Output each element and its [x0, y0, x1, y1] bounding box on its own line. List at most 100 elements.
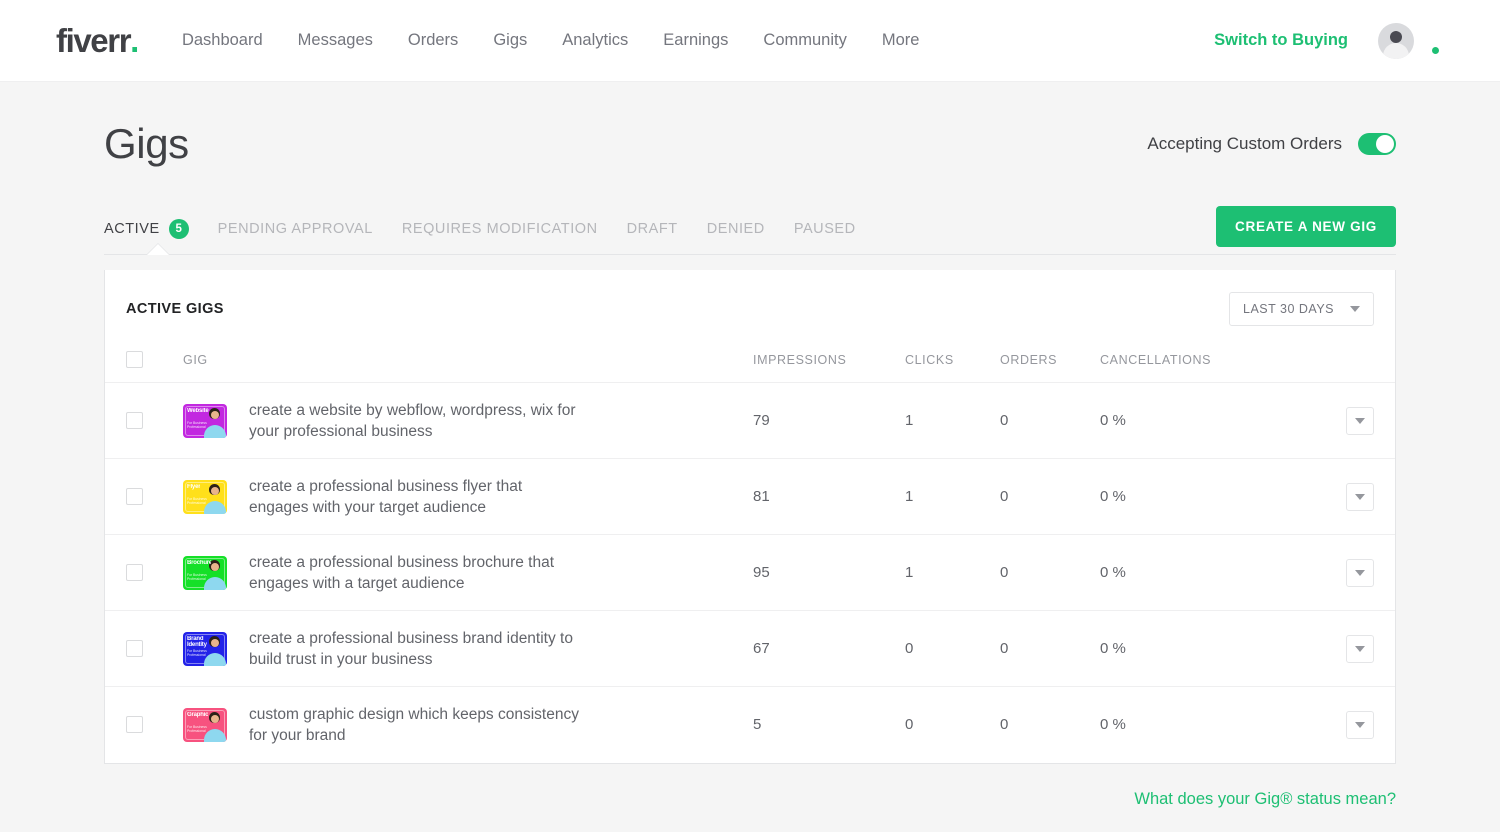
row-checkbox[interactable] [126, 564, 143, 581]
row-checkbox[interactable] [126, 412, 143, 429]
nav-item-analytics[interactable]: Analytics [562, 31, 628, 50]
table-row: Brochure For Business Professional creat… [105, 534, 1395, 611]
thumb-caption: For Business Professional [187, 572, 207, 581]
gig-thumbnail[interactable]: Flyer For Business Professional [183, 479, 227, 514]
row-checkbox[interactable] [126, 640, 143, 657]
table-row: Brand Identity For Business Professional… [105, 610, 1395, 687]
row-select-cell [105, 687, 183, 763]
row-cancellations: 0 % [1100, 458, 1290, 535]
col-header-cancellations: CANCELLATIONS [1100, 346, 1290, 383]
thumb-person-face-icon [210, 562, 219, 571]
avatar-body-shape [1383, 42, 1409, 59]
row-clicks: 1 [905, 458, 1000, 535]
nav-item-more[interactable]: More [882, 31, 920, 50]
gigs-table-head: GIG IMPRESSIONS CLICKS ORDERS CANCELLATI… [105, 346, 1395, 383]
col-header-orders: ORDERS [1000, 346, 1100, 383]
header-right-group: Switch to Buying [1214, 22, 1444, 59]
gig-title[interactable]: create a professional business flyer tha… [249, 476, 579, 518]
row-actions-cell [1290, 610, 1395, 687]
row-impressions: 95 [753, 534, 905, 611]
select-all-checkbox[interactable] [126, 351, 143, 368]
table-header-row: GIG IMPRESSIONS CLICKS ORDERS CANCELLATI… [105, 346, 1395, 383]
nav-item-orders[interactable]: Orders [408, 31, 458, 50]
row-clicks: 1 [905, 382, 1000, 459]
gig-title[interactable]: create a website by webflow, wordpress, … [249, 400, 579, 442]
thumb-title: Graphic [187, 711, 209, 718]
tab-denied[interactable]: DENIED [707, 204, 765, 254]
tab-draft-label: DRAFT [626, 221, 678, 237]
nav-item-earnings[interactable]: Earnings [663, 31, 728, 50]
row-select-cell [105, 382, 183, 459]
tab-pending-approval[interactable]: PENDING APPROVAL [218, 204, 373, 254]
thumb-person-face-icon [210, 638, 219, 647]
gig-thumbnail[interactable]: Website For Business Professional [183, 403, 227, 438]
row-impressions: 5 [753, 716, 762, 734]
footer-row: What does your Gig® status mean? [104, 764, 1396, 809]
page-title: Gigs [104, 120, 189, 167]
row-actions-menu-button[interactable] [1346, 406, 1374, 435]
tab-pending-approval-label: PENDING APPROVAL [217, 221, 373, 237]
active-gigs-card: ACTIVE GIGS LAST 30 DAYS GIG IMPRESSIONS… [104, 270, 1396, 764]
gig-thumbnail[interactable]: Brand Identity For Business Professional [183, 631, 227, 666]
row-actions-cell [1290, 458, 1395, 535]
col-select-all [105, 346, 183, 383]
row-checkbox[interactable] [126, 488, 143, 505]
page-content: Gigs Accepting Custom Orders ACTIVE 5 PE… [0, 82, 1500, 809]
avatar-head-shape [1390, 30, 1402, 43]
gig-thumbnail[interactable]: Graphic For Business Professional [183, 707, 227, 742]
active-tab-pointer-icon [147, 244, 169, 255]
chevron-down-icon [1355, 417, 1365, 424]
row-orders: 0 [1000, 382, 1100, 459]
accepting-custom-orders-label: Accepting Custom Orders [1147, 134, 1342, 153]
row-impressions: 81 [753, 458, 905, 535]
thumb-person-face-icon [210, 410, 219, 419]
accepting-custom-orders-group: Accepting Custom Orders [1147, 133, 1396, 155]
row-orders: 0 [1000, 458, 1100, 535]
gig-title[interactable]: create a professional business brand ide… [249, 628, 579, 670]
row-actions-menu-button[interactable] [1346, 634, 1374, 663]
nav-item-dashboard[interactable]: Dashboard [182, 31, 263, 50]
row-gig-cell: Brand Identity For Business Professional… [183, 610, 753, 687]
switch-to-buying-link[interactable]: Switch to Buying [1214, 31, 1348, 50]
gigs-table: GIG IMPRESSIONS CLICKS ORDERS CANCELLATI… [105, 346, 1395, 763]
thumb-title: Brochure [187, 559, 211, 566]
tab-paused[interactable]: PAUSED [794, 204, 856, 254]
nav-item-messages[interactable]: Messages [298, 31, 373, 50]
row-orders: 0 [1000, 534, 1100, 611]
thumb-person-face-icon [210, 486, 219, 495]
gig-title[interactable]: create a professional business brochure … [249, 552, 579, 594]
row-cancellations: 0 % [1100, 382, 1290, 459]
row-checkbox[interactable] [126, 716, 143, 734]
row-actions-menu-button[interactable] [1346, 710, 1374, 739]
row-clicks: 0 [905, 610, 1000, 687]
avatar[interactable] [1378, 22, 1414, 59]
create-a-new-gig-button[interactable]: CREATE A NEW GIG [1216, 205, 1396, 247]
row-impressions: 67 [753, 610, 905, 687]
nav-item-gigs[interactable]: Gigs [493, 31, 527, 50]
table-row: Flyer For Business Professional create a… [105, 458, 1395, 535]
col-header-actions [1290, 346, 1395, 383]
tab-requires-modification[interactable]: REQUIRES MODIFICATION [402, 204, 598, 254]
fiverr-logo[interactable]: fiverr. [56, 22, 139, 59]
accepting-custom-orders-toggle[interactable] [1358, 133, 1396, 155]
top-header: fiverr. Dashboard Messages Orders Gigs A… [0, 0, 1500, 82]
row-actions-menu-button[interactable] [1346, 558, 1374, 587]
nav-item-community[interactable]: Community [763, 31, 846, 50]
row-clicks: 1 [905, 534, 1000, 611]
logo-text: fiverr [56, 22, 132, 59]
gig-status-help-link[interactable]: What does your Gig® status mean? [1134, 790, 1396, 809]
page-header-row: Gigs Accepting Custom Orders [104, 82, 1396, 168]
online-status-dot-icon [1430, 44, 1441, 56]
gig-title[interactable]: custom graphic design which keeps consis… [249, 704, 579, 746]
row-select-cell [105, 610, 183, 687]
thumb-caption: For Business Professional [187, 648, 207, 657]
tab-draft[interactable]: DRAFT [627, 204, 678, 254]
thumb-caption: For Business Professional [187, 496, 207, 505]
row-gig-cell: Graphic For Business Professional custom… [183, 687, 753, 763]
row-actions-cell [1290, 534, 1395, 611]
date-range-select[interactable]: LAST 30 DAYS [1229, 292, 1374, 326]
row-actions-menu-button[interactable] [1346, 482, 1374, 511]
row-gig-cell: Brochure For Business Professional creat… [183, 534, 753, 611]
gig-thumbnail[interactable]: Brochure For Business Professional [183, 555, 227, 590]
row-orders: 0 [1000, 610, 1100, 687]
